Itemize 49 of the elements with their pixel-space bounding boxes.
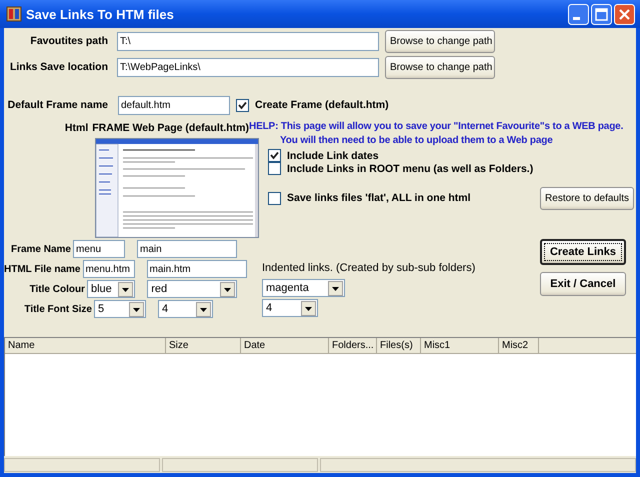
action-button[interactable]: Create Links xyxy=(540,239,626,265)
browse-button[interactable]: Browse to change path xyxy=(385,56,495,78)
frame-name-field[interactable]: default.htm xyxy=(118,96,230,114)
text-field[interactable]: menu xyxy=(73,240,125,258)
path-field[interactable]: T:\WebPageLinks\ xyxy=(117,58,379,76)
maximize-icon[interactable] xyxy=(591,4,612,24)
checkbox[interactable] xyxy=(268,149,281,162)
caret-icon xyxy=(129,302,144,316)
checkbox-label: Include Links in ROOT menu (as well as Folders.) xyxy=(287,162,534,174)
text-field[interactable]: menu.htm xyxy=(82,260,134,278)
dropdown[interactable]: 5 xyxy=(94,300,146,318)
field-label: Frame Name xyxy=(10,244,71,254)
browse-button[interactable]: Browse to change path xyxy=(385,30,495,52)
field-label: Title Font Size xyxy=(23,304,92,314)
dropdown[interactable]: 4 xyxy=(158,300,213,318)
window-title: Save Links To HTM files xyxy=(26,6,174,22)
field-label: Title Colour xyxy=(28,284,85,294)
field-label: Default Frame name xyxy=(6,99,108,111)
checkbox[interactable] xyxy=(236,98,249,112)
restore-defaults-button[interactable]: Restore to defaults xyxy=(540,186,634,210)
checkbox[interactable] xyxy=(268,192,281,204)
field-label: Links Save location xyxy=(8,61,108,73)
caret-icon xyxy=(118,282,134,296)
preview-label: Html xyxy=(64,122,88,136)
caret-icon xyxy=(196,302,211,316)
help-text: You will then need to be able to upload them to a Web page xyxy=(279,134,553,148)
minimize-icon[interactable] xyxy=(568,4,589,24)
dropdown[interactable]: magenta xyxy=(262,279,345,297)
caret-icon xyxy=(328,280,343,296)
checkbox-label: Include Link dates xyxy=(287,150,379,162)
close-icon[interactable] xyxy=(614,4,635,24)
field-label: HTML File name xyxy=(4,264,80,274)
preview-caption: FRAME Web Page (default.htm) xyxy=(92,122,249,136)
checkbox-label: Create Frame (default.htm) xyxy=(255,99,389,111)
dropdown[interactable]: blue xyxy=(86,280,136,298)
dropdown[interactable]: red xyxy=(147,280,237,298)
caret-icon xyxy=(220,282,235,296)
path-field[interactable]: T:\ xyxy=(117,32,379,50)
indented-links-note: Indented links. (Created by sub-sub folders) xyxy=(262,262,476,276)
help-text: HELP: This page will allow you to save your "Internet Favourite"s to a WEB page. xyxy=(249,120,624,134)
field-label: Favoutites path xyxy=(29,35,108,47)
caret-icon xyxy=(301,300,316,316)
dropdown[interactable]: 4 xyxy=(262,299,318,317)
action-button[interactable]: Exit / Cancel xyxy=(540,272,626,296)
app-icon xyxy=(6,6,22,22)
text-field[interactable]: main xyxy=(137,240,237,258)
checkbox-label: Save links files 'flat', ALL in one html xyxy=(287,192,471,204)
checkbox[interactable] xyxy=(268,162,281,175)
text-field[interactable]: main.htm xyxy=(146,260,246,278)
